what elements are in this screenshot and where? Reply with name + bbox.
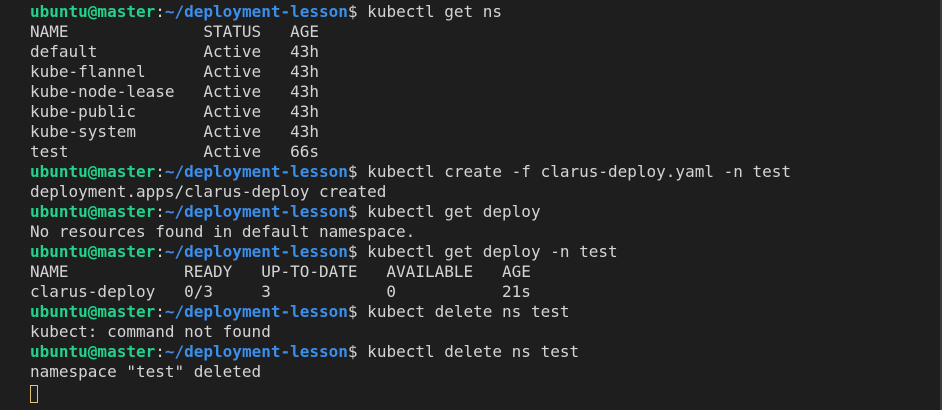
command-line: ubuntu@master:~/deployment-lesson$ kubec… (30, 202, 942, 222)
output-text: NAME STATUS AGE (30, 22, 319, 41)
command-text: kubectl get deploy (357, 202, 541, 221)
prompt-user: ubuntu@master (30, 202, 156, 221)
prompt-path: ~/deployment-lesson (164, 162, 348, 181)
command-line: ubuntu@master:~/deployment-lesson$ kubec… (30, 342, 942, 362)
output-line: test Active 66s (30, 142, 942, 162)
prompt-symbol: $ (347, 342, 358, 361)
output-line: default Active 43h (30, 42, 942, 62)
output-text: clarus-deploy 0/3 3 0 21s (30, 282, 531, 301)
output-line: deployment.apps/clarus-deploy created (30, 182, 942, 202)
prompt-separator: : (155, 242, 165, 261)
command-text: kubectl get deploy -n test (357, 242, 618, 261)
prompt-separator: : (155, 202, 165, 221)
prompt-user: ubuntu@master (30, 342, 156, 361)
prompt-user: ubuntu@master (30, 162, 156, 181)
output-text: kube-node-lease Active 43h (30, 82, 319, 101)
prompt-symbol: $ (347, 302, 358, 321)
output-text: kubect: command not found (30, 322, 271, 341)
prompt-user: ubuntu@master (30, 302, 156, 321)
command-line: ubuntu@master:~/deployment-lesson$ kubec… (30, 302, 942, 322)
prompt-separator: : (155, 342, 165, 361)
prompt-path: ~/deployment-lesson (164, 342, 348, 361)
output-text: kube-public Active 43h (30, 102, 319, 121)
command-text: kubectl delete ns test (357, 342, 580, 361)
command-text: kubectl get ns (357, 2, 503, 21)
command-text: kubect delete ns test (357, 302, 570, 321)
prompt-separator: : (155, 2, 165, 21)
prompt-path: ~/deployment-lesson (164, 302, 348, 321)
output-text: kube-system Active 43h (30, 122, 319, 141)
output-line: NAME READY UP-TO-DATE AVAILABLE AGE (30, 262, 942, 282)
cursor-line[interactable] (30, 382, 942, 403)
output-text: No resources found in default namespace. (30, 222, 416, 241)
prompt-separator: : (155, 302, 165, 321)
output-text: NAME READY UP-TO-DATE AVAILABLE AGE (30, 262, 531, 281)
output-text: test Active 66s (30, 142, 319, 161)
prompt-symbol: $ (347, 162, 358, 181)
terminal-cursor (30, 384, 38, 403)
command-line: ubuntu@master:~/deployment-lesson$ kubec… (30, 162, 942, 182)
prompt-user: ubuntu@master (30, 2, 156, 21)
output-text: kube-flannel Active 43h (30, 62, 319, 81)
output-line: NAME STATUS AGE (30, 22, 942, 42)
terminal-output: ubuntu@master:~/deployment-lesson$ kubec… (30, 2, 942, 382)
output-line: clarus-deploy 0/3 3 0 21s (30, 282, 942, 302)
prompt-path: ~/deployment-lesson (164, 242, 348, 261)
output-line: kube-system Active 43h (30, 122, 942, 142)
terminal-window[interactable]: ubuntu@master:~/deployment-lesson$ kubec… (0, 0, 942, 410)
prompt-symbol: $ (347, 242, 358, 261)
output-line: kubect: command not found (30, 322, 942, 342)
output-text: namespace "test" deleted (30, 362, 262, 381)
output-line: kube-node-lease Active 43h (30, 82, 942, 102)
command-text: kubectl create -f clarus-deploy.yaml -n … (357, 162, 792, 181)
prompt-symbol: $ (347, 2, 358, 21)
command-line: ubuntu@master:~/deployment-lesson$ kubec… (30, 2, 942, 22)
prompt-path: ~/deployment-lesson (164, 202, 348, 221)
prompt-symbol: $ (347, 202, 358, 221)
output-text: deployment.apps/clarus-deploy created (30, 182, 387, 201)
output-line: No resources found in default namespace. (30, 222, 942, 242)
prompt-user: ubuntu@master (30, 242, 156, 261)
output-line: kube-flannel Active 43h (30, 62, 942, 82)
output-line: namespace "test" deleted (30, 362, 942, 382)
prompt-path: ~/deployment-lesson (164, 2, 348, 21)
command-line: ubuntu@master:~/deployment-lesson$ kubec… (30, 242, 942, 262)
output-line: kube-public Active 43h (30, 102, 942, 122)
prompt-separator: : (155, 162, 165, 181)
output-text: default Active 43h (30, 42, 319, 61)
